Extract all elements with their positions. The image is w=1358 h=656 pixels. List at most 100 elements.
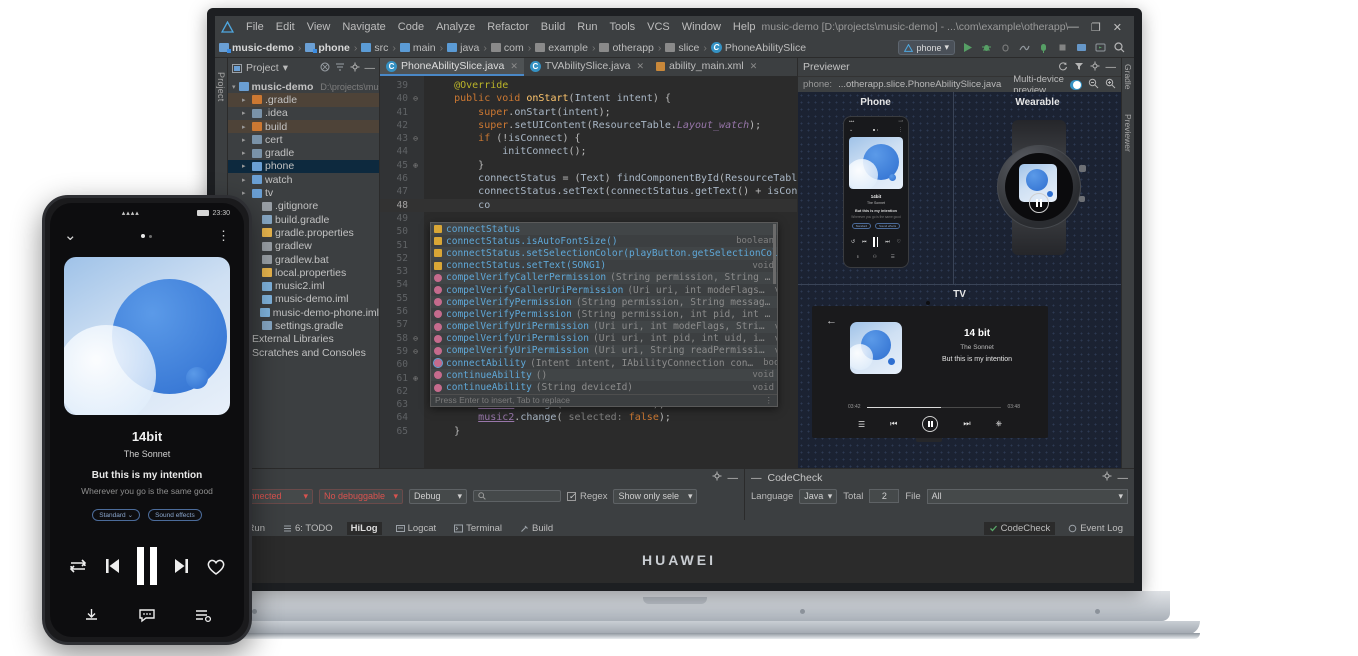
chevron-down-icon[interactable]: ▾ <box>283 62 288 74</box>
tv-controls[interactable]: ☰ ⏮ ⏭ ⎈ <box>858 416 1002 432</box>
autocomplete-item[interactable]: connectStatus <box>431 223 777 236</box>
filter-icon[interactable] <box>1074 61 1084 74</box>
preview-phone-pause-icon[interactable] <box>873 237 879 247</box>
preview-phone-collapse-icon[interactable]: ⌄ <box>849 127 853 133</box>
hide-panel-icon[interactable]: — <box>751 472 762 484</box>
code-fold-icon[interactable]: ⊖ <box>411 132 420 145</box>
multi-device-preview-toggle[interactable] <box>1070 79 1082 90</box>
tool-tab-build[interactable]: Build <box>516 522 557 535</box>
code-line[interactable]: if (!isConnect) { <box>424 132 797 145</box>
breadcrumb-example[interactable]: example <box>535 42 588 54</box>
code-line[interactable]: super.onStart(intent); <box>424 106 797 119</box>
autocomplete-item[interactable]: connectStatus.setText(SONG1) void <box>431 260 777 272</box>
codecheck-language-combo[interactable]: Java ▾ <box>799 488 838 504</box>
tool-tab-terminal[interactable]: Terminal <box>450 522 506 535</box>
autocomplete-item[interactable]: continueAbility() void <box>431 369 777 382</box>
project-tree-row[interactable]: ▸ gradle <box>228 146 379 159</box>
code-line[interactable]: super.setUIContent(ResourceTable.Layout_… <box>424 119 797 132</box>
settings-icon[interactable] <box>712 471 722 484</box>
close-tab-icon[interactable]: ✕ <box>510 61 518 72</box>
code-line[interactable]: } <box>424 159 797 172</box>
autocomplete-item[interactable]: connectStatus.setSelectionColor(playButt… <box>431 247 777 260</box>
zoom-out-icon[interactable] <box>1088 78 1099 92</box>
menu-item-vcs[interactable]: VCS <box>641 19 676 35</box>
editor-tab-bar[interactable]: C PhoneAbilitySlice.java ✕ C TVAbilitySlice.… <box>380 58 797 76</box>
minimize-button[interactable]: — <box>1068 21 1079 34</box>
code-line[interactable]: connectStatus = (Text) findComponentById… <box>424 172 797 185</box>
menu-item-tools[interactable]: Tools <box>603 19 641 35</box>
disclosure-triangle-icon[interactable]: ▸ <box>242 109 249 117</box>
hilog-level-combo[interactable]: Debug ▾ <box>409 488 467 504</box>
disclosure-triangle-icon[interactable]: ▸ <box>242 123 249 131</box>
menu-item-window[interactable]: Window <box>676 19 727 35</box>
autocomplete-item[interactable]: compelVerifyUriPermission (Uri uri, Strin… <box>431 344 777 358</box>
autocomplete-item[interactable]: compelVerifyPermission (String permission… <box>431 308 777 320</box>
zoom-in-icon[interactable] <box>1105 78 1116 92</box>
watch-pause-button[interactable] <box>1029 193 1049 213</box>
preview-phone-favorite-icon[interactable]: ♡ <box>897 239 901 245</box>
collapse-all-icon[interactable] <box>320 62 330 75</box>
autocomplete-scrollbar[interactable] <box>773 224 776 284</box>
disclosure-triangle-icon[interactable]: ▸ <box>242 176 249 184</box>
breadcrumb-phone[interactable]: phone <box>305 42 350 54</box>
preview-phone-next-icon[interactable]: ⏭ <box>885 239 890 245</box>
autocomplete-item[interactable]: compelVerifyUriPermission (Uri uri, int p… <box>431 333 777 345</box>
device-manager-button[interactable] <box>1075 41 1088 54</box>
tv-previous-icon[interactable]: ⏮ <box>890 419 897 429</box>
hide-panel-icon-2[interactable]: — <box>1118 472 1129 484</box>
tool-tab-codecheck[interactable]: CodeCheck <box>983 521 1056 535</box>
disclosure-triangle-icon[interactable]: ▸ <box>242 162 249 170</box>
code-line[interactable]: co <box>424 198 797 212</box>
autocomplete-popup[interactable]: connectStatus connectStatus.isAutoFontSiz… <box>430 222 778 407</box>
previous-icon[interactable] <box>104 556 121 576</box>
autocomplete-item[interactable]: connectAbility (Intent intent, IAbilityCo… <box>431 357 777 369</box>
breadcrumb-otherapp[interactable]: otherapp <box>599 42 654 54</box>
tv-next-icon[interactable]: ⏭ <box>963 419 970 429</box>
disclosure-triangle-icon[interactable]: ▸ <box>242 189 249 197</box>
checkbox-icon[interactable] <box>567 491 576 502</box>
project-tree-row[interactable]: ▸ .idea <box>228 107 379 120</box>
preview-phone-chip-standard[interactable]: Standard <box>851 223 872 229</box>
maximize-button[interactable]: ❐ <box>1091 21 1101 34</box>
chip-standard[interactable]: Standard ⌄ <box>92 509 141 521</box>
preview-phone-chip-sound-effects[interactable]: Sound effects <box>875 223 901 229</box>
breadcrumb-class[interactable]: C PhoneAbilitySlice <box>710 42 806 54</box>
code-line[interactable]: connectStatus.setText(connectStatus.getT… <box>424 185 797 198</box>
disclosure-triangle-icon[interactable]: ▸ <box>242 136 249 144</box>
tool-window-button-previewer[interactable]: Previewer <box>1123 114 1133 152</box>
code-fold-icon[interactable]: ⊖ <box>411 332 420 345</box>
preview-device-phone[interactable]: ▴▴▴ ▭▪ ⌄ ⋮ 14bit The Sonnet But this is … <box>843 116 909 268</box>
tool-window-button-project[interactable]: Project <box>216 72 226 101</box>
collapse-icon[interactable]: ⌄ <box>64 228 77 243</box>
loop-icon[interactable] <box>68 557 88 575</box>
preview-phone-more-icon[interactable]: ⋮ <box>898 127 903 133</box>
hilog-filter-combo[interactable]: Show only sele ▾ <box>613 488 698 504</box>
hide-panel-icon[interactable]: — <box>728 472 739 484</box>
disclosure-triangle-icon[interactable]: ▸ <box>242 96 249 104</box>
download-icon[interactable] <box>83 607 100 624</box>
stop-button[interactable] <box>1056 41 1069 54</box>
code-fold-icon[interactable]: ⊖ <box>411 92 420 105</box>
preview-phone-previous-icon[interactable]: ⏮ <box>862 239 867 245</box>
breadcrumb-main[interactable]: main <box>399 42 436 54</box>
debug-button[interactable] <box>980 41 993 54</box>
preview-phone-playlist-add-icon[interactable]: ☰ <box>891 254 895 260</box>
refresh-icon[interactable] <box>1058 61 1068 74</box>
preview-device-wearable[interactable] <box>980 120 1098 255</box>
menu-item-build[interactable]: Build <box>535 19 571 35</box>
menu-item-edit[interactable]: Edit <box>270 19 301 35</box>
breadcrumb-music-demo[interactable]: music-demo <box>219 42 294 54</box>
tool-tab-logcat[interactable]: Logcat <box>392 522 441 535</box>
autocomplete-item[interactable]: connectStatus.isAutoFontSize() boolean <box>431 235 777 247</box>
disclosure-triangle-icon[interactable]: ▾ <box>232 83 236 91</box>
tv-loop-icon[interactable]: ⎈ <box>996 419 1002 429</box>
hilog-regex-checkbox[interactable]: Regex <box>567 491 607 502</box>
hilog-search-input[interactable] <box>473 490 561 502</box>
project-tree-row[interactable]: ▸ watch <box>228 173 379 186</box>
menu-item-analyze[interactable]: Analyze <box>430 19 481 35</box>
close-button[interactable]: ✕ <box>1113 21 1122 34</box>
autocomplete-item[interactable]: compelVerifyUriPermission (Uri uri, int m… <box>431 320 777 333</box>
tool-tab-todo[interactable]: 6: TODO <box>279 522 337 535</box>
menu-bar[interactable]: File Edit View Navigate Code Analyze Ref… <box>240 19 762 35</box>
run-configuration-selector[interactable]: phone ▾ <box>898 40 955 55</box>
